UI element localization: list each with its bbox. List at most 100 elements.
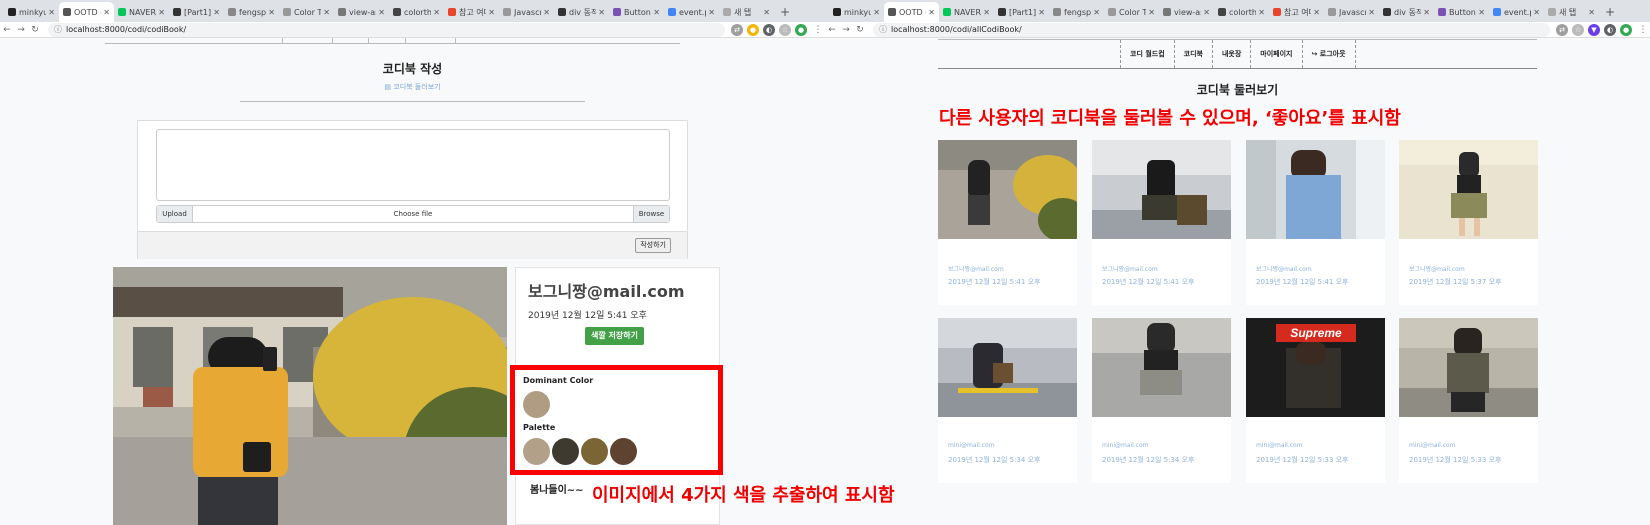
translate-icon[interactable]: ⇄ [1556,23,1568,36]
back-icon[interactable]: ← [825,25,839,35]
tab-close-icon[interactable]: ✕ [48,8,55,17]
codi-thumbnail[interactable] [938,140,1077,239]
browser-tab[interactable]: Javascri✕ [499,2,554,22]
tab-close-icon[interactable]: ✕ [323,8,330,17]
nav-codibook[interactable]: 코디북 [1173,40,1212,68]
browser-tab[interactable]: NAVER ✕ [114,2,169,22]
tab-close-icon[interactable]: ✕ [763,8,770,17]
browser-tab[interactable]: 새 탭 ✕ [1544,2,1599,22]
tab-close-icon[interactable]: ✕ [158,8,165,17]
codibook-card[interactable]: mini@mail.com 2019년 12월 12일 5:34 오후 [1092,318,1231,483]
browser-tab[interactable]: [Part1] J✕ [169,2,224,22]
tab-close-icon[interactable]: ✕ [378,8,385,17]
back-icon[interactable]: ← [0,25,14,35]
choose-file-input[interactable]: Choose file [193,206,633,222]
tab-close-icon[interactable]: ✕ [543,8,550,17]
browse-codibook-link[interactable]: ▤ 코디북 둘러보기 [0,82,825,92]
tab-close-icon[interactable]: ✕ [653,8,660,17]
submit-button[interactable]: 작성하기 [635,238,671,253]
codi-thumbnail[interactable] [1092,140,1231,239]
browser-tab[interactable]: view-as✕ [334,2,389,22]
tab-close-icon[interactable]: ✕ [1093,8,1100,17]
extension-icon[interactable]: ◐ [1604,23,1616,36]
tab-close-icon[interactable]: ✕ [1258,8,1265,17]
tab-close-icon[interactable]: ✕ [433,8,440,17]
browser-tab[interactable]: fengsp ✕ [224,2,279,22]
nav-mypage[interactable]: 마이페이지 [1250,40,1301,68]
tab-close-icon[interactable]: ✕ [1148,8,1155,17]
profile-avatar[interactable]: ● [795,23,807,36]
nav-codi-worldcup[interactable]: 코디 월드컵 [1120,40,1174,68]
info-icon[interactable]: ⓘ [879,24,887,35]
tab-close-icon[interactable]: ✕ [488,8,495,17]
extension-icon[interactable]: ◐ [763,23,775,36]
extension-icon[interactable]: ▼ [1588,23,1600,36]
browser-tab[interactable]: fengsp ✕ [1049,2,1104,22]
browser-tab[interactable]: event.p✕ [664,2,719,22]
tab-close-icon[interactable]: ✕ [1038,8,1045,17]
browser-tab[interactable]: minkyun✕ [829,2,884,22]
tab-close-icon[interactable]: ✕ [983,8,990,17]
codi-thumbnail[interactable] [1246,140,1385,239]
codibook-card[interactable]: 보그니짱@mail.com 2019년 12월 12일 5:37 오후 [1399,140,1538,305]
codibook-card[interactable]: mini@mail.com 2019년 12월 12일 5:33 오후 [1399,318,1538,483]
reload-icon[interactable]: ↻ [28,25,42,35]
browser-tab[interactable]: colorthi ✕ [1214,2,1269,22]
browser-tab[interactable]: Javascri✕ [1324,2,1379,22]
browser-tab[interactable]: [Part1] J✕ [994,2,1049,22]
tab-close-icon[interactable]: ✕ [1203,8,1210,17]
codi-thumbnail[interactable] [938,318,1077,417]
browser-tab[interactable]: div 동적 ✕ [554,2,609,22]
browser-tab[interactable]: event.p✕ [1489,2,1544,22]
tab-close-icon[interactable]: ✕ [213,8,220,17]
tab-close-icon[interactable]: ✕ [873,8,880,17]
tab-close-icon[interactable]: ✕ [1533,8,1540,17]
star-icon[interactable]: ☆ [1572,23,1584,36]
codibook-card[interactable]: 보그니짱@mail.com 2019년 12월 12일 5:41 오후 [1246,140,1385,305]
save-color-button[interactable]: 색깔 저장하기 [585,327,644,345]
reload-icon[interactable]: ↻ [853,25,867,35]
python-extension-icon[interactable]: ● [747,23,759,36]
tab-close-icon[interactable]: ✕ [598,8,605,17]
browser-tab[interactable]: Color Th✕ [279,2,334,22]
tab-close-icon[interactable]: ✕ [1313,8,1320,17]
url-input[interactable]: ⓘ localhost:8000/codi/allCodiBook/ [873,22,1550,37]
url-input[interactable]: ⓘ localhost:8000/codi/codiBook/ [48,22,725,37]
menu-icon[interactable]: ⋮ [1636,25,1650,35]
new-tab-icon[interactable]: + [1599,5,1621,22]
browser-tab[interactable]: colorthi ✕ [389,2,444,22]
codi-thumbnail[interactable] [1399,140,1538,239]
tab-close-icon[interactable]: ✕ [708,8,715,17]
codibook-card[interactable]: 보그니짱@mail.com 2019년 12월 12일 5:41 오후 [1092,140,1231,305]
tab-close-icon[interactable]: ✕ [1588,8,1595,17]
new-tab-icon[interactable]: + [774,5,796,22]
nav-my-closet[interactable]: 내옷장 [1211,40,1250,68]
browser-tab[interactable]: Buttons✕ [609,2,664,22]
forward-icon[interactable]: → [14,25,28,35]
menu-icon[interactable]: ⋮ [811,25,825,35]
file-upload[interactable]: Upload Choose file Browse [156,205,670,223]
tab-close-icon[interactable]: ✕ [1368,8,1375,17]
codibook-card[interactable]: 보그니짱@mail.com 2019년 12월 12일 5:41 오후 [938,140,1077,305]
browser-tab[interactable]: view-as✕ [1159,2,1214,22]
browser-tab[interactable]: minkyun✕ [4,2,59,22]
browser-tab[interactable]: 참고 여다✕ [1269,2,1324,22]
content-textarea[interactable] [156,129,670,201]
translate-icon[interactable]: ⇄ [731,23,743,36]
browser-tab[interactable]: Buttons✕ [1434,2,1489,22]
browser-tab[interactable]: NAVER ✕ [939,2,994,22]
browser-tab[interactable]: Color Th✕ [1104,2,1159,22]
tab-close-icon[interactable]: ✕ [103,8,110,17]
codibook-card[interactable]: mini@mail.com 2019년 12월 12일 5:34 오후 [938,318,1077,483]
browser-tab[interactable]: 참고 여다✕ [444,2,499,22]
browser-tab[interactable]: 새 탭 ✕ [719,2,774,22]
browser-tab[interactable]: OOTD - C✕ [59,2,114,22]
browse-button[interactable]: Browse [633,206,669,222]
codi-thumbnail[interactable] [1092,318,1231,417]
codi-thumbnail[interactable] [1399,318,1538,417]
codi-thumbnail[interactable]: Supreme [1246,318,1385,417]
browser-tab[interactable]: OOTD - C✕ [884,2,939,22]
tab-close-icon[interactable]: ✕ [1478,8,1485,17]
info-icon[interactable]: ⓘ [54,24,62,35]
star-icon[interactable]: ☆ [779,23,791,36]
